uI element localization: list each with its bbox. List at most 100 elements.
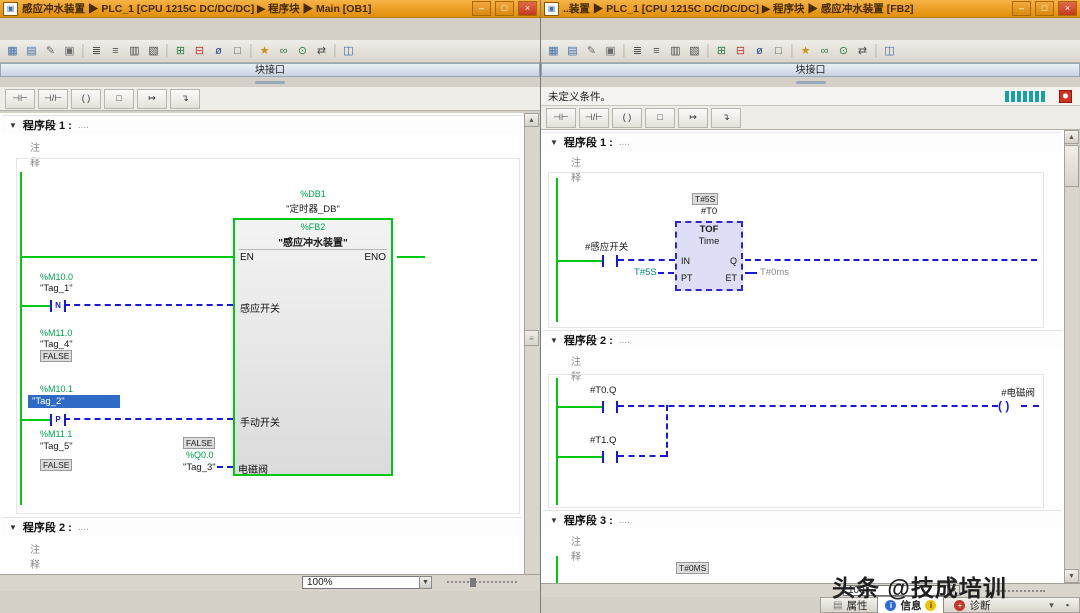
- expand-networks-icon[interactable]: ≣: [88, 43, 105, 60]
- db-name[interactable]: "定时器_DB": [233, 201, 393, 215]
- open-branch-icon[interactable]: ↦: [137, 89, 167, 109]
- insert-row-icon[interactable]: ▤: [564, 43, 581, 60]
- open-contact-icon[interactable]: ⊣⊢: [546, 108, 576, 128]
- network-1-title-placeholder[interactable]: ....: [78, 120, 89, 131]
- n-edge-contact[interactable]: N: [50, 300, 66, 312]
- network-comments-icon[interactable]: ▧: [145, 43, 162, 60]
- zoom-select[interactable]: 100%: [302, 576, 432, 589]
- open-branch-icon[interactable]: ↦: [678, 108, 708, 128]
- add-network-icon[interactable]: ▦: [4, 43, 21, 60]
- watch-values-icon[interactable]: ⊙: [294, 43, 311, 60]
- network-2-comment[interactable]: 注释: [30, 541, 40, 571]
- favorites-icon[interactable]: ★: [256, 43, 273, 60]
- zoom-slider-thumb[interactable]: [470, 578, 476, 587]
- operand-tag[interactable]: "Tag_3": [183, 462, 216, 473]
- add-box-input-icon[interactable]: ⊞: [713, 43, 730, 60]
- vertical-scrollbar-left[interactable]: [524, 113, 539, 591]
- operand-address[interactable]: %M11.1: [40, 429, 72, 439]
- empty-box-icon[interactable]: □: [770, 43, 787, 60]
- expand-networks-icon[interactable]: ≣: [629, 43, 646, 60]
- empty-box-icon[interactable]: □: [645, 108, 675, 128]
- close-branch-icon[interactable]: ↴: [711, 108, 741, 128]
- restore-button[interactable]: □: [495, 1, 514, 16]
- restore-button[interactable]: □: [1035, 1, 1054, 16]
- split-editor-icon[interactable]: ◫: [881, 43, 898, 60]
- vertical-scrollbar-right[interactable]: [1064, 130, 1079, 583]
- window-divider[interactable]: [540, 0, 541, 613]
- collapse-networks-icon[interactable]: ≡: [107, 43, 124, 60]
- open-contact[interactable]: [602, 401, 618, 413]
- network-comments-icon[interactable]: ▧: [686, 43, 703, 60]
- pt-value[interactable]: T#5S: [634, 267, 657, 278]
- network-2-title-placeholder[interactable]: ....: [619, 335, 630, 346]
- minimize-button[interactable]: –: [1012, 1, 1031, 16]
- collapse-networks-icon[interactable]: ≡: [648, 43, 665, 60]
- open-contact[interactable]: [602, 255, 618, 267]
- block-interface-bar-left[interactable]: 块接口: [0, 63, 540, 77]
- scroll-down-button[interactable]: ▼: [1064, 569, 1079, 583]
- paste-icon[interactable]: ▣: [602, 43, 619, 60]
- network-3-title-placeholder[interactable]: ....: [619, 515, 630, 526]
- edit-icon[interactable]: ✎: [583, 43, 600, 60]
- insert-row-icon[interactable]: ▤: [23, 43, 40, 60]
- minimize-button[interactable]: –: [472, 1, 491, 16]
- edit-icon[interactable]: ✎: [42, 43, 59, 60]
- operand-tag[interactable]: "Tag_4": [40, 339, 73, 350]
- watch-values-icon[interactable]: ⊙: [835, 43, 852, 60]
- zoom-slider[interactable]: [447, 581, 517, 583]
- remove-box-input-icon[interactable]: ⊟: [732, 43, 749, 60]
- snapshot-icon[interactable]: ⇄: [313, 43, 330, 60]
- network-3-comment[interactable]: 注释: [571, 533, 581, 563]
- close-button[interactable]: ×: [518, 1, 537, 16]
- collapse-triangle-icon[interactable]: ▼: [9, 523, 17, 532]
- collapse-triangle-icon[interactable]: ▼: [9, 121, 17, 130]
- negate-input-icon[interactable]: ø: [751, 43, 768, 60]
- db-address[interactable]: %DB1: [233, 189, 393, 199]
- snapshot-icon[interactable]: ⇄: [854, 43, 871, 60]
- scrollbar-thumb[interactable]: [1064, 145, 1079, 187]
- close-button[interactable]: ×: [1058, 1, 1077, 16]
- scroll-up-button[interactable]: ▲: [1064, 130, 1079, 144]
- fb-call-block[interactable]: %FB2 "感应冲水装置" EN ENO 感应开关 手动开关 电磁阀: [233, 218, 393, 476]
- output-coil[interactable]: ( ): [998, 399, 1009, 413]
- network-1-title-placeholder[interactable]: ....: [619, 137, 630, 148]
- open-contact-icon[interactable]: ⊣⊢: [5, 89, 35, 109]
- contact-operand[interactable]: #T1.Q: [590, 435, 616, 446]
- open-contact[interactable]: [602, 451, 618, 463]
- timer-instance-name[interactable]: #T0: [675, 206, 743, 217]
- interface-splitter-right[interactable]: [541, 78, 1080, 87]
- operand-address[interactable]: %M10.1: [40, 384, 73, 394]
- collapse-triangle-icon[interactable]: ▼: [550, 336, 558, 345]
- monitor-glasses-icon[interactable]: ∞: [275, 43, 292, 60]
- contact-operand[interactable]: #T0.Q: [590, 385, 616, 396]
- block-interface-bar-right[interactable]: 块接口: [541, 63, 1080, 77]
- operand-tag[interactable]: "Tag_5": [40, 441, 73, 452]
- p-edge-contact[interactable]: P: [50, 414, 66, 426]
- titlebar-right[interactable]: ▣ ..装置 ▶ PLC_1 [CPU 1215C DC/DC/DC] ▶ 程序…: [541, 0, 1080, 18]
- zoom-dropdown-icon[interactable]: ▼: [419, 576, 432, 589]
- selected-operand-tag[interactable]: "Tag_2": [28, 395, 120, 408]
- collapse-triangle-icon[interactable]: ▼: [550, 138, 558, 147]
- coil-icon[interactable]: ( ): [71, 89, 101, 109]
- tof-timer-block[interactable]: TOF Time IN Q PT ET: [675, 221, 743, 291]
- favorites-icon[interactable]: ★: [797, 43, 814, 60]
- absolute-symbolic-icon[interactable]: ▥: [667, 43, 684, 60]
- operand-address[interactable]: %Q0.0: [186, 450, 214, 460]
- empty-box-icon[interactable]: □: [104, 89, 134, 109]
- interface-splitter-left[interactable]: [0, 78, 540, 87]
- operand-address[interactable]: %M11.0: [40, 328, 72, 338]
- closed-contact-icon[interactable]: ⊣/⊢: [38, 89, 68, 109]
- remove-box-input-icon[interactable]: ⊟: [191, 43, 208, 60]
- panel-minimize-icon[interactable]: ▾: [1045, 599, 1058, 612]
- negate-input-icon[interactable]: ø: [210, 43, 227, 60]
- scroll-up-button[interactable]: ▲: [524, 113, 539, 127]
- titlebar-left[interactable]: ▣ 感应冲水装置 ▶ PLC_1 [CPU 1215C DC/DC/DC] ▶ …: [0, 0, 540, 18]
- coil-icon[interactable]: ( ): [612, 108, 642, 128]
- closed-contact-icon[interactable]: ⊣/⊢: [579, 108, 609, 128]
- scrollbar-thumb[interactable]: ≡: [524, 330, 539, 346]
- monitoring-status-icon[interactable]: [1059, 90, 1072, 103]
- close-branch-icon[interactable]: ↴: [170, 89, 200, 109]
- empty-box-icon[interactable]: □: [229, 43, 246, 60]
- add-network-icon[interactable]: ▦: [545, 43, 562, 60]
- absolute-symbolic-icon[interactable]: ▥: [126, 43, 143, 60]
